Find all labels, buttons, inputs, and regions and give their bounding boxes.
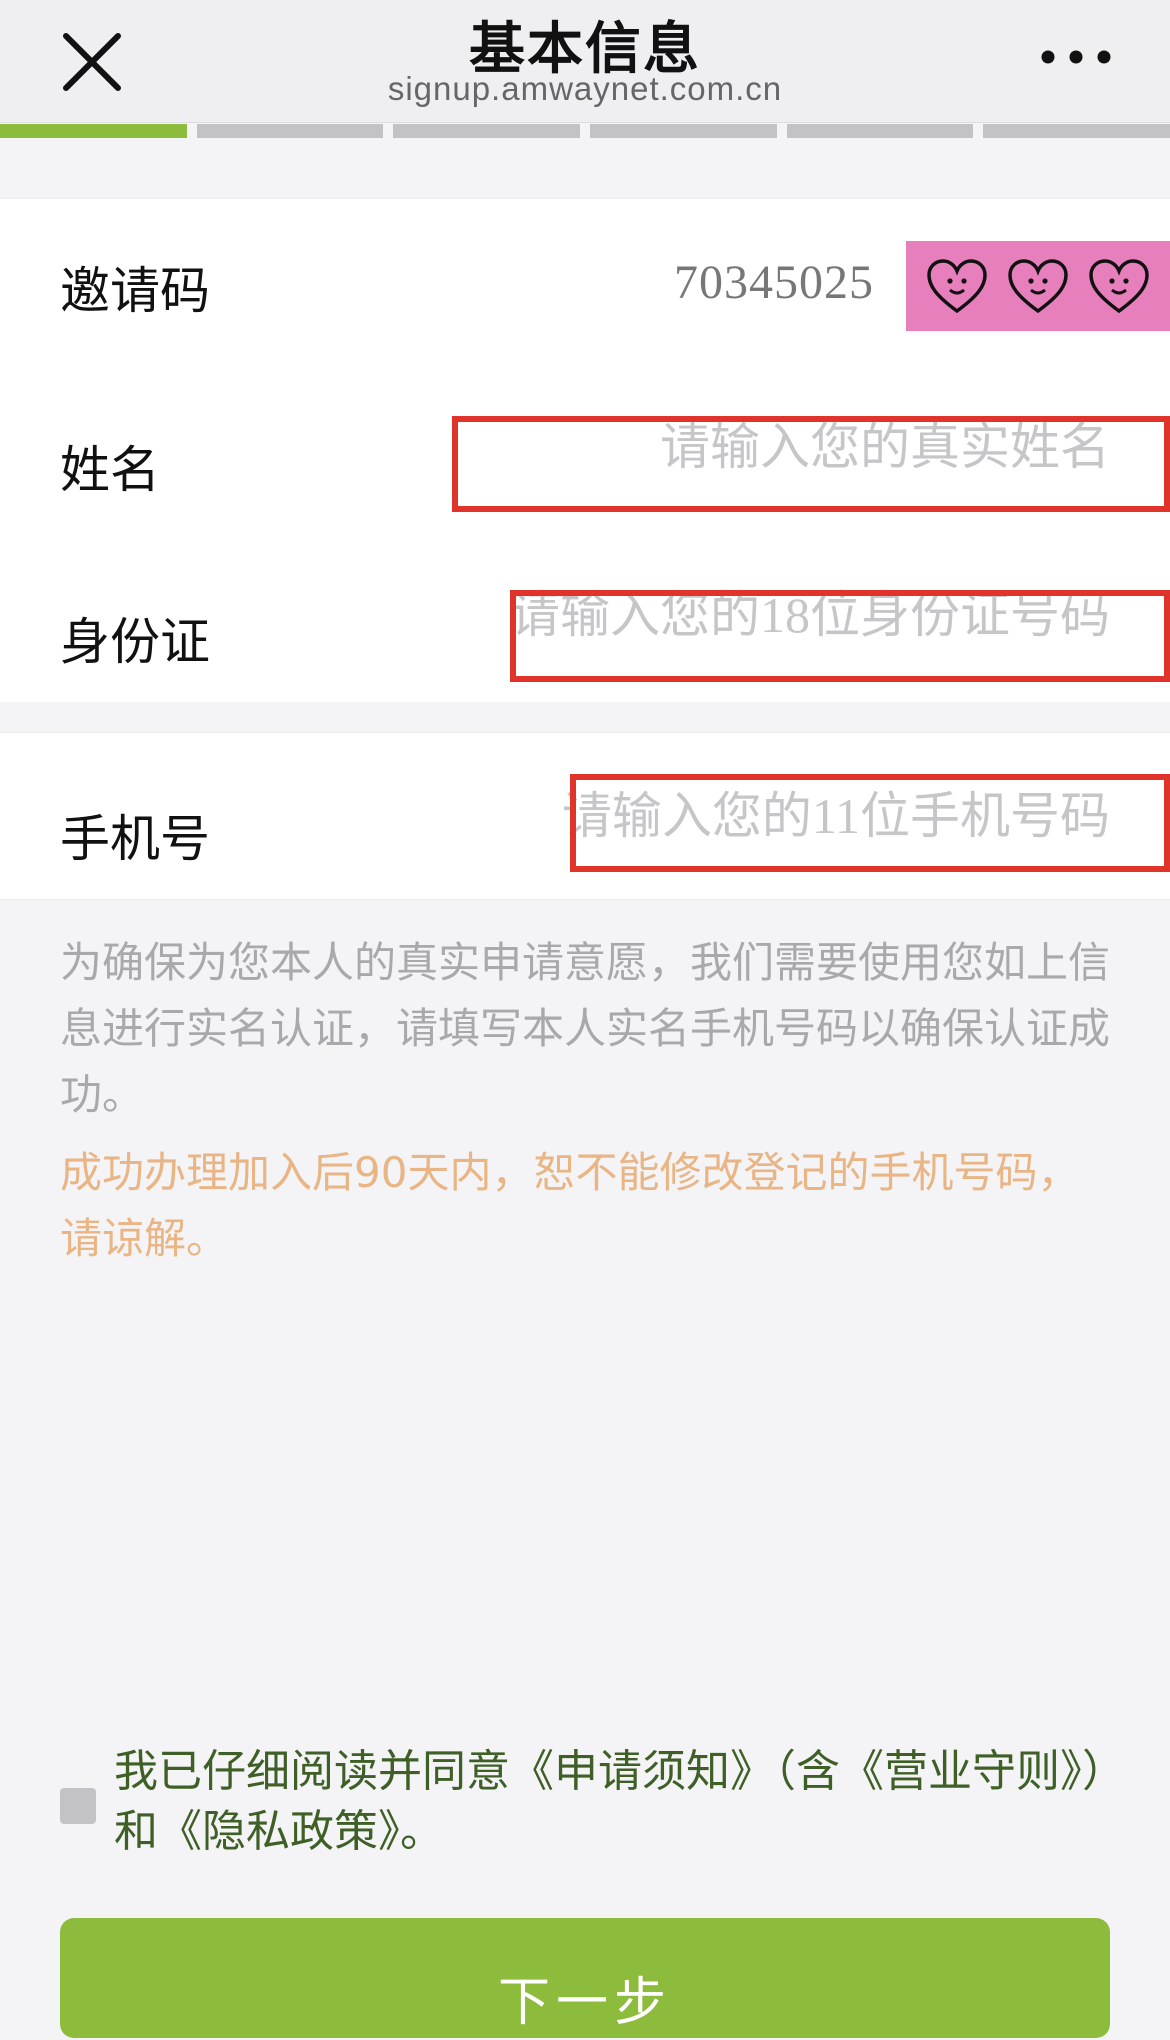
nav-header: 基本信息 signup.amwaynet.com.cn (0, 0, 1170, 123)
agreement-text: 我已仔细阅读并同意《申请须知》（含《营业守则》）和《隐私政策》。 (114, 1742, 1114, 1862)
agreement-middle-open: （含 (774, 1746, 840, 1797)
more-button[interactable] (1036, 42, 1116, 72)
page-domain: signup.amwaynet.com.cn (387, 70, 783, 107)
agreement-checkbox[interactable] (60, 1788, 96, 1824)
phone-label: 手机号 (60, 810, 210, 868)
more-horizontal-icon (1041, 50, 1111, 64)
application-notice-link[interactable]: 《申请须知》 (510, 1746, 774, 1797)
agreement-suffix: 。 (400, 1806, 444, 1857)
invite-code-value: 70345025 (674, 256, 874, 309)
business-rules-link[interactable]: 《营业守则》 (840, 1746, 1082, 1797)
progress-step-4 (590, 124, 777, 138)
next-step-button[interactable]: 下一步 (60, 1918, 1110, 2038)
heart-face-icon (1008, 259, 1068, 314)
id-card-row: 身份证 (0, 534, 1170, 702)
progress-step-6 (983, 124, 1170, 138)
name-input[interactable] (410, 418, 1110, 476)
phone-input[interactable] (350, 787, 1110, 845)
progress-step-2 (196, 124, 384, 138)
invite-code-row: 邀请码 70345025 (0, 198, 1170, 370)
id-card-label: 身份证 (60, 613, 210, 671)
progress-step-3 (393, 124, 581, 138)
name-label: 姓名 (60, 441, 160, 499)
name-row: 姓名 (0, 368, 1170, 535)
verification-note: 为确保为您本人的真实申请意愿，我们需要使用您如上信息进行实名认证，请填写本人实名… (60, 938, 1111, 1119)
agreement-prefix: 我已仔细阅读并同意 (114, 1746, 510, 1797)
id-card-input[interactable] (350, 586, 1110, 644)
phone-change-warning: 成功办理加入后90天内，恕不能修改登记的手机号码，请谅解。 (60, 1148, 1080, 1263)
progress-step-5 (786, 124, 974, 138)
invite-code-sticker (906, 241, 1170, 331)
heart-face-icon (926, 259, 987, 314)
phone-row: 手机号 (0, 732, 1170, 900)
step-progress-bar (0, 124, 1170, 138)
invite-code-label: 邀请码 (60, 262, 210, 320)
heart-face-icon (1089, 259, 1150, 314)
progress-step-1 (0, 124, 187, 138)
privacy-policy-link[interactable]: 《隐私政策》 (158, 1806, 400, 1857)
